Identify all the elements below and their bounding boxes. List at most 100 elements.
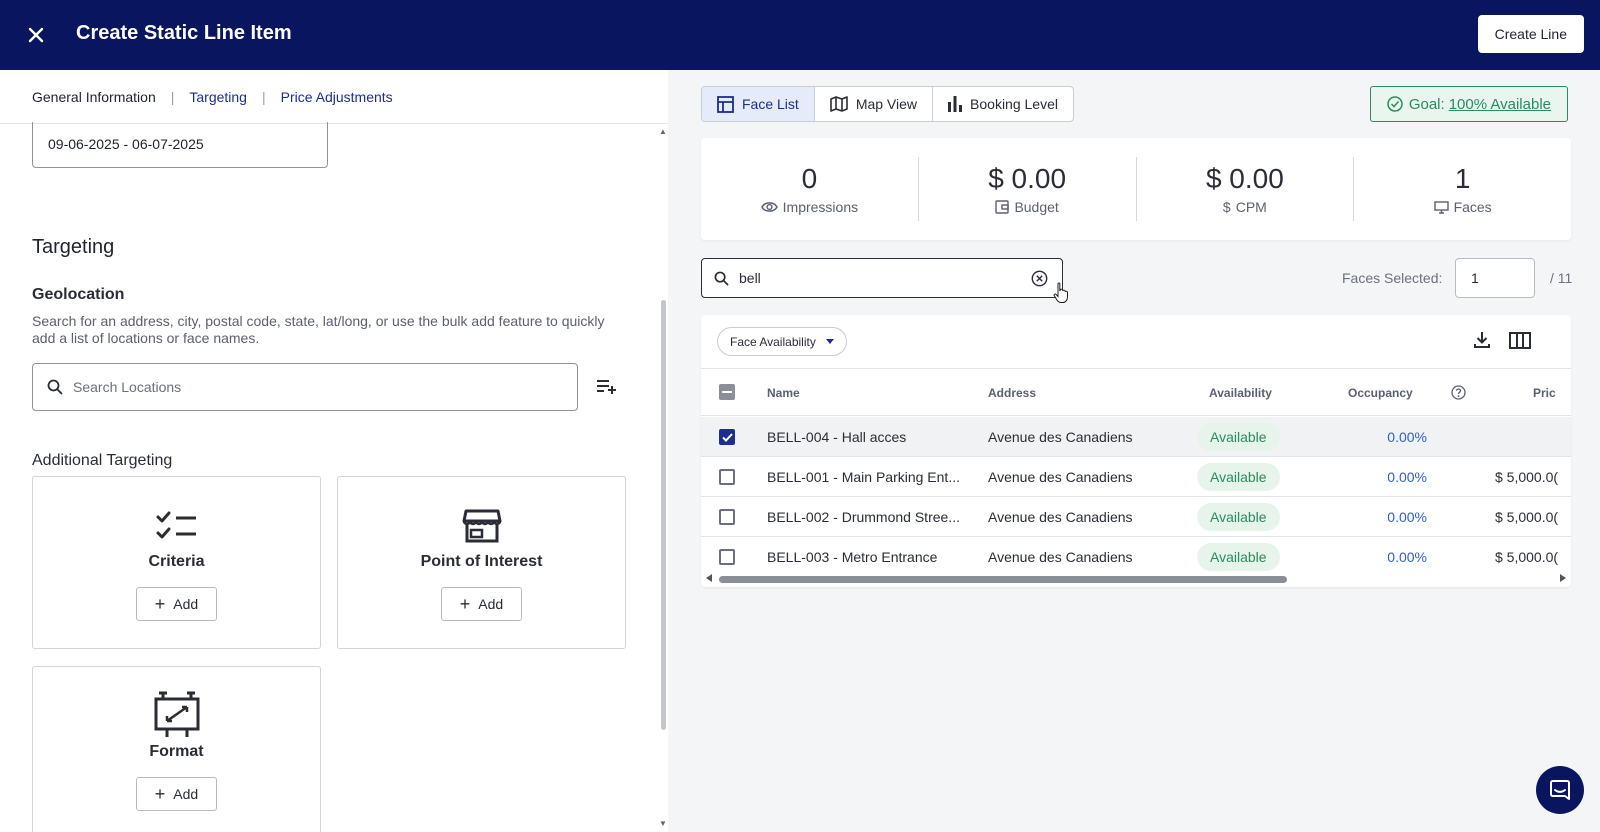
chat-icon[interactable] [1536,766,1584,814]
geolocation-description: Search for an address, city, postal code… [32,313,605,346]
faces-selected-label: Faces Selected: [1342,270,1443,286]
face-name: BELL-004 - Hall acces [767,429,907,445]
column-availability[interactable]: Availability [1209,386,1272,400]
row-checkbox[interactable] [719,549,735,565]
top-bar: Create Static Line Item Create Line [0,0,1600,70]
point-of-interest-card: Point of Interest + Add [337,476,626,649]
table-header: Name Address Availability Occupancy Pric [701,368,1571,416]
clear-search-icon[interactable] [1031,270,1048,287]
stat-cpm: $ 0.00 $ CPM [1137,157,1355,221]
hand-cursor-icon [1053,282,1068,303]
add-criteria-button[interactable]: + Add [136,587,217,621]
stat-label: Budget [1014,199,1059,215]
card-label: Point of Interest [420,553,543,570]
search-locations-input[interactable]: Search Locations [32,363,578,411]
stat-faces: 1 Faces [1354,157,1571,221]
card-label: Format [149,743,204,760]
table-row[interactable]: BELL-004 - Hall acces Avenue des Canadie… [701,417,1571,457]
date-range-field[interactable]: 09-06-2025 - 06-07-2025 [32,122,328,168]
occupancy-value: 0.00% [1387,469,1427,485]
horizontal-scrollbar[interactable] [701,572,1571,586]
view-label: Booking Level [970,96,1058,112]
plus-icon: + [154,594,166,614]
stat-value: 1 [1454,163,1471,194]
face-name: BELL-002 - Drummond Stree... [767,509,960,525]
check-circle-icon [1387,96,1403,112]
tab-separator: | [170,88,175,105]
stat-value: $ 0.00 [988,163,1067,194]
create-line-button[interactable]: Create Line [1477,15,1584,53]
bulk-add-icon[interactable] [596,378,618,396]
plus-icon: + [459,594,471,614]
add-point-of-interest-button[interactable]: + Add [441,587,522,621]
row-checkbox[interactable] [719,509,735,525]
tab-targeting[interactable]: Targeting [189,89,247,105]
goal-prefix: Goal: [1408,95,1445,113]
download-icon[interactable] [1473,331,1491,349]
checklist-icon [156,507,198,545]
search-icon [714,271,729,285]
tab-price-adjustments[interactable]: Price Adjustments [281,89,393,105]
scroll-down-icon[interactable]: ▼ [659,819,667,828]
occupancy-value: 0.00% [1387,509,1427,525]
stat-budget: $ 0.00 Budget [919,157,1137,221]
plus-icon: + [154,784,166,804]
face-search-input[interactable]: bell [701,258,1063,298]
wallet-icon [995,200,1010,214]
faces-selected-input[interactable]: 1 [1455,258,1535,298]
column-price[interactable]: Pric [1533,386,1556,400]
tab-general-information[interactable]: General Information [32,89,156,105]
availability-badge: Available [1197,503,1280,531]
stat-impressions: 0 Impressions [701,157,919,221]
add-format-button[interactable]: + Add [136,777,217,811]
eye-icon [760,202,778,212]
booking-level-view-button[interactable]: Booking Level [933,87,1073,121]
table-row[interactable]: BELL-001 - Main Parking Ent... Avenue de… [701,457,1571,497]
faces-panel: Face List Map View Booking Level Goal: 1… [668,70,1600,832]
page-title: Create Static Line Item [76,22,292,44]
search-icon [47,379,63,395]
scroll-up-icon[interactable]: ▲ [659,127,667,136]
view-toggle: Face List Map View Booking Level [701,86,1074,122]
occupancy-value: 0.00% [1387,549,1427,565]
horizontal-scrollbar-thumb[interactable] [719,576,1287,583]
caret-down-icon [825,339,834,344]
availability-badge: Available [1197,463,1280,491]
scroll-left-icon[interactable] [706,574,712,582]
stat-value: 0 [801,163,818,194]
scrollbar-thumb[interactable] [661,300,666,730]
stats-summary: 0 Impressions $ 0.00 Budget $ 0.00 $ CPM … [701,138,1571,240]
face-address: Avenue des Canadiens [988,469,1133,485]
select-all-checkbox[interactable] [719,384,735,400]
availability-badge: Available [1197,543,1280,571]
column-address[interactable]: Address [988,386,1036,400]
stat-label: CPM [1235,199,1267,215]
face-address: Avenue des Canadiens [988,509,1133,525]
stat-value: $ 0.00 [1205,163,1284,194]
billboard-icon [153,691,201,739]
storefront-icon [462,507,502,545]
criteria-card: Criteria + Add [32,476,321,649]
goal-link[interactable]: 100% Available [1449,96,1551,113]
close-icon[interactable] [22,21,50,49]
scroll-right-icon[interactable] [1560,574,1566,582]
row-checkbox[interactable] [719,469,735,485]
targeting-heading: Targeting [32,236,115,258]
map-view-button[interactable]: Map View [815,87,934,121]
table-row[interactable]: BELL-002 - Drummond Stree... Avenue des … [701,497,1571,537]
search-placeholder: Search Locations [73,379,182,395]
column-occupancy[interactable]: Occupancy [1348,386,1413,400]
columns-icon[interactable] [1509,332,1531,349]
face-list-view-button[interactable]: Face List [702,87,815,121]
face-address: Avenue des Canadiens [988,429,1133,445]
card-label: Criteria [148,553,205,570]
face-availability-filter[interactable]: Face Availability [717,327,847,356]
table-row[interactable]: BELL-003 - Metro Entrance Avenue des Can… [701,537,1571,577]
add-label: Add [173,596,199,612]
view-label: Map View [855,96,918,112]
row-checkbox[interactable] [719,429,735,445]
price-value: $ 5,000.0( [1495,549,1559,565]
column-name[interactable]: Name [767,386,800,400]
help-icon[interactable] [1451,385,1466,400]
geolocation-heading: Geolocation [32,286,125,303]
